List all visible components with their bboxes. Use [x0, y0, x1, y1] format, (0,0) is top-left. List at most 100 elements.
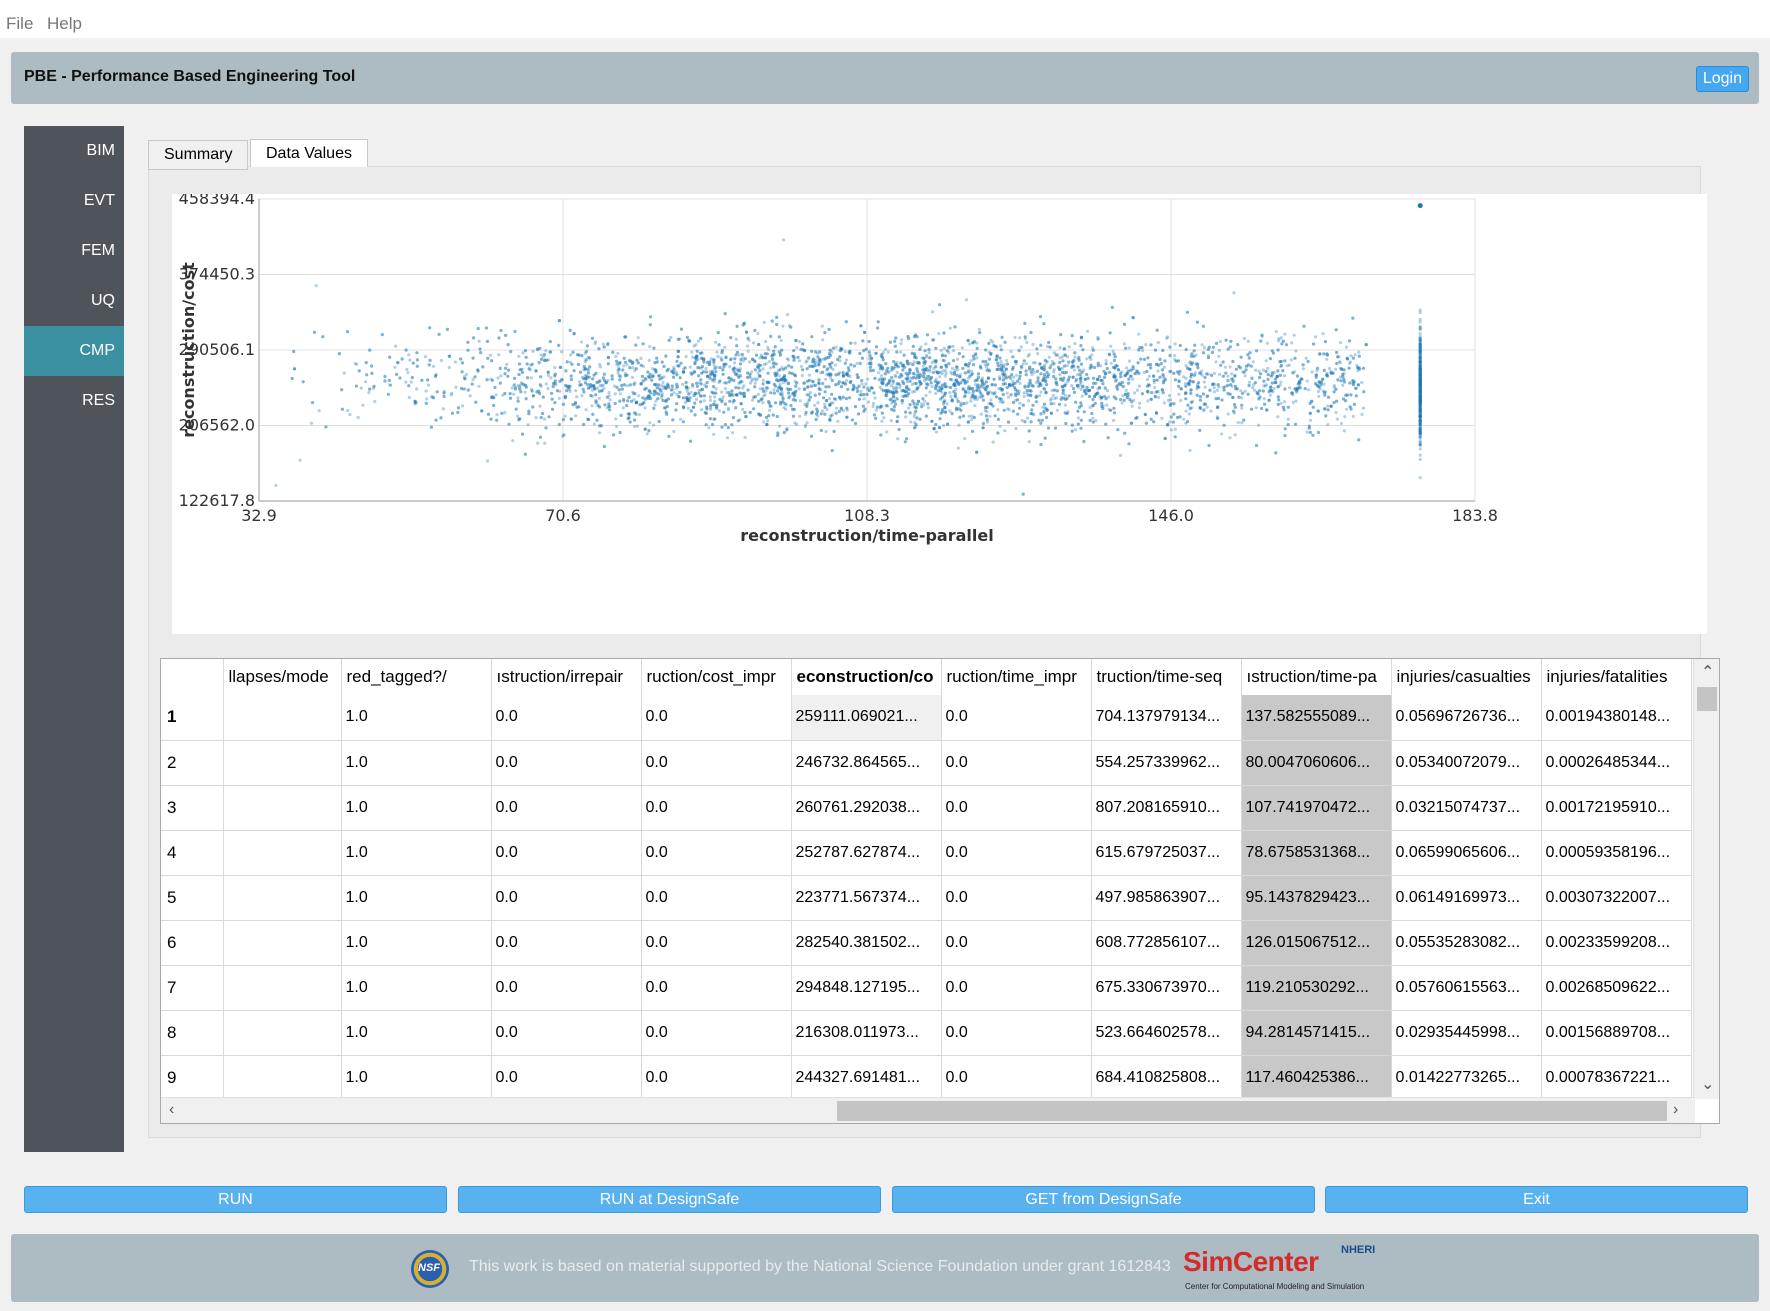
scatter-point — [1214, 341, 1219, 345]
scatter-point — [605, 395, 609, 399]
scatter-point — [849, 379, 853, 384]
scatter-point — [984, 380, 989, 384]
scatter-point — [557, 343, 561, 347]
scatter-point — [803, 425, 807, 429]
scatter-point — [617, 388, 621, 392]
scatter-point — [965, 401, 969, 405]
scatter-point — [1070, 423, 1074, 427]
scatter-point — [460, 370, 464, 374]
scatter-point — [1096, 361, 1100, 365]
scatter-point — [1047, 340, 1051, 345]
scatter-point — [1259, 372, 1263, 376]
scatter-point — [608, 408, 612, 412]
tab-data-values[interactable]: Data Values — [250, 139, 368, 167]
scatter-point — [1274, 330, 1278, 334]
scatter-point — [495, 418, 499, 422]
scatter-point — [620, 383, 624, 388]
scatter-point — [721, 372, 725, 376]
sidebar-item-fem[interactable]: FEM — [24, 226, 124, 276]
sidebar-item-uq[interactable]: UQ — [24, 276, 124, 326]
scatter-point — [867, 339, 871, 344]
scatter-point — [1007, 408, 1011, 412]
scatter-point — [1014, 392, 1018, 396]
sidebar-item-bim[interactable]: BIM — [24, 126, 124, 176]
scatter-point — [1045, 383, 1049, 387]
scatter-point — [615, 363, 619, 367]
scatter-point — [1306, 359, 1310, 364]
sidebar-item-res[interactable]: RES — [24, 376, 124, 426]
scatter-point — [524, 355, 528, 359]
scatter-point — [765, 422, 769, 427]
scatter-point — [404, 380, 408, 384]
scatter-point — [652, 406, 656, 410]
scatter-point — [1168, 370, 1172, 374]
scatter-point — [1241, 391, 1245, 395]
scatter-point — [1254, 406, 1258, 410]
scatter-point — [1259, 339, 1263, 343]
scatter-point — [460, 361, 465, 365]
scatter-point — [585, 344, 589, 348]
scatter-point — [975, 356, 979, 360]
scatter-point — [1217, 354, 1221, 358]
scatter-point — [449, 393, 453, 397]
sidebar-item-cmp[interactable]: CMP — [24, 326, 124, 376]
scatter-point — [523, 349, 527, 353]
scatter-point — [712, 373, 716, 377]
scatter-point — [865, 392, 869, 396]
scatter-point — [430, 395, 434, 399]
scatter-point — [720, 358, 724, 362]
scatter-point — [957, 423, 961, 427]
scatter-point — [621, 406, 625, 410]
scatter-point — [1286, 423, 1290, 427]
scatter-point — [1233, 402, 1237, 407]
scatter-point — [858, 351, 862, 356]
scatter-point — [1001, 365, 1006, 369]
scatter-point — [617, 367, 621, 372]
scatter-point — [811, 379, 815, 383]
scatter-point — [546, 386, 550, 391]
tab-summary[interactable]: Summary — [148, 140, 249, 170]
scatter-point — [1192, 373, 1196, 377]
scatter-point — [723, 402, 728, 406]
scatter-point — [971, 354, 976, 358]
scatter-point — [975, 346, 979, 350]
scatter-point — [1022, 359, 1026, 363]
scatter-point — [772, 391, 777, 395]
scatter-point — [928, 365, 932, 369]
scatter-point — [1257, 423, 1261, 427]
scatter-point — [1202, 380, 1206, 384]
scatter-point — [1129, 368, 1133, 372]
scatter-point — [1035, 394, 1039, 398]
scatter-point — [1307, 388, 1311, 392]
scatter-point — [427, 363, 431, 367]
scatter-point — [979, 412, 983, 416]
scatter-point — [1279, 380, 1283, 384]
scatter-point — [1002, 408, 1006, 412]
scatter-point — [1125, 371, 1129, 375]
scatter-point — [798, 414, 802, 418]
scatter-point — [841, 395, 845, 399]
scatter-point — [643, 406, 647, 410]
scatter-point — [859, 389, 863, 393]
scatter-point — [871, 368, 876, 372]
scatter-point — [1036, 379, 1040, 383]
scatter-point — [915, 367, 919, 371]
menu-help[interactable]: Help — [47, 14, 82, 34]
scatter-point — [752, 395, 756, 399]
scatter-point — [826, 367, 830, 371]
scatter-point — [945, 402, 949, 406]
scatter-point — [1187, 412, 1191, 416]
scatter-point — [1153, 385, 1157, 390]
scatter-point — [1347, 366, 1351, 370]
scatter-point — [810, 349, 814, 353]
sidebar-item-evt[interactable]: EVT — [24, 176, 124, 226]
scatter-point — [503, 366, 508, 370]
menu-file[interactable]: File — [6, 14, 33, 34]
scatter-point — [312, 330, 317, 334]
login-button[interactable]: Login — [1695, 66, 1749, 92]
scatter-point — [1112, 406, 1116, 410]
scatter-point — [1161, 391, 1165, 395]
scatter-point — [578, 370, 583, 374]
scatter-point — [1230, 372, 1234, 376]
scatter-point — [1104, 362, 1108, 366]
